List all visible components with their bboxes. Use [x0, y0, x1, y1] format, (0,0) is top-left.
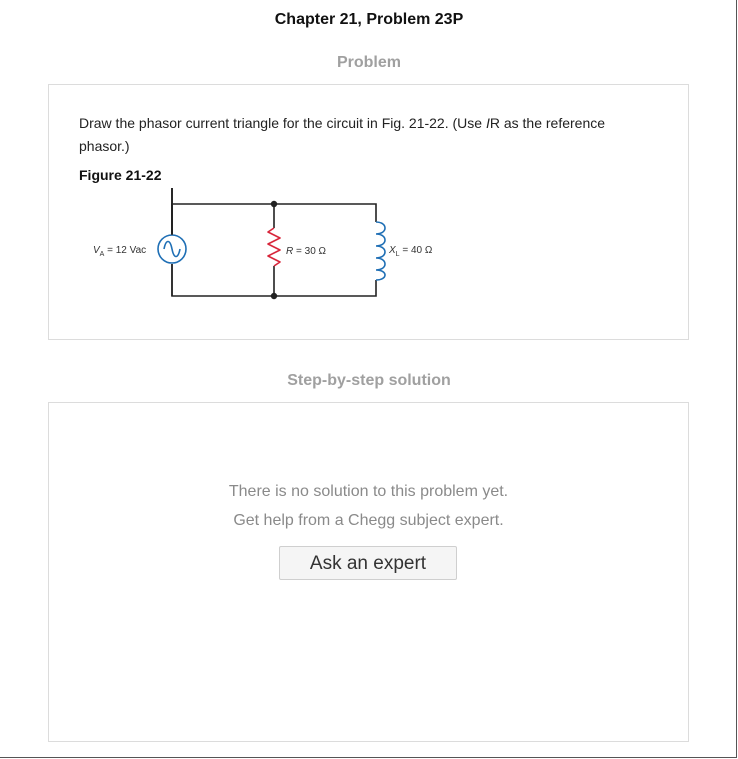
- inductor-icon: [375, 221, 386, 281]
- solution-heading: Step-by-step solution: [287, 372, 451, 389]
- circuit-diagram: VA = 12 Vac R = 30 Ω XL = 40 Ω: [93, 188, 433, 300]
- circuit-frame: [171, 203, 377, 296]
- no-solution-message: There is no solution to this problem yet…: [228, 483, 509, 500]
- ask-expert-button[interactable]: Ask an expert: [279, 546, 457, 580]
- problem-heading: Problem: [336, 54, 401, 71]
- problem-panel: Draw the phasor current triangle for the…: [48, 84, 689, 340]
- source-label: VA = 12 Vac: [93, 245, 146, 258]
- expert-help-message: Get help from a Chegg subject expert.: [233, 512, 504, 529]
- page-title: Chapter 21, Problem 23P: [274, 11, 464, 28]
- resistor-label: R = 30 Ω: [286, 246, 327, 257]
- junction-dot-top: [270, 200, 278, 208]
- junction-dot-bottom: [270, 292, 278, 300]
- inductor-label: XL = 40 Ω: [388, 245, 433, 258]
- resistor-icon: [267, 227, 281, 267]
- ac-source-icon: [157, 234, 187, 264]
- solution-panel: There is no solution to this problem yet…: [48, 402, 689, 742]
